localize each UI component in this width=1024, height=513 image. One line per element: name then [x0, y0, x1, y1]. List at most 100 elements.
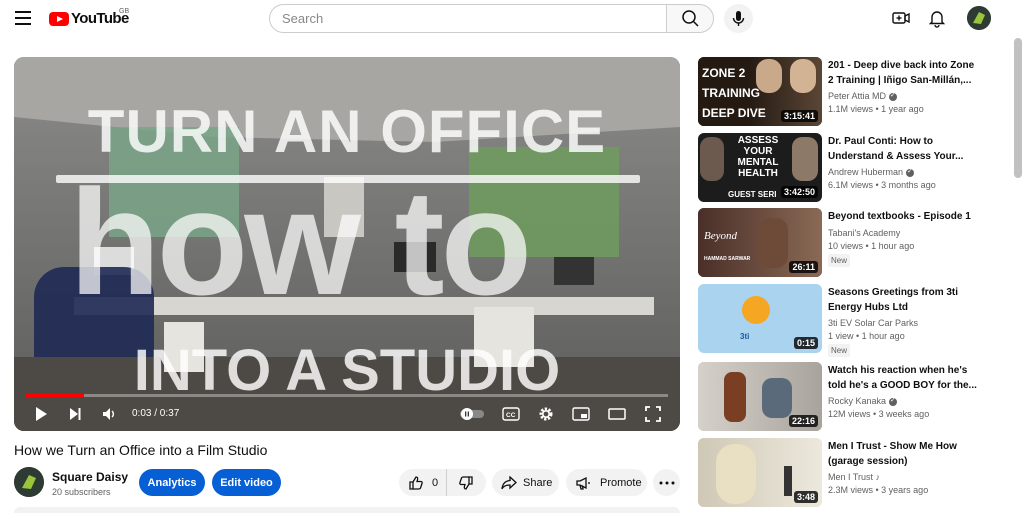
related-video-title[interactable]: Seasons Greetings from 3ti Energy Hubs L… [828, 285, 978, 315]
thumbnail-text: HAMMAD SARWAR [704, 256, 751, 262]
theater-mode-icon [608, 408, 626, 420]
video-player[interactable]: TURN AN OFFICE how to INTO A STUDIO 0:03… [14, 57, 680, 431]
notifications-button[interactable] [926, 7, 948, 29]
fullscreen-button[interactable] [642, 403, 664, 425]
subscriber-count: 20 subscribers [52, 487, 111, 497]
autoplay-toggle-icon [460, 408, 484, 420]
related-video-channel[interactable]: Men I Trust ♪ [828, 472, 880, 482]
search-button[interactable] [666, 4, 714, 33]
related-video-channel[interactable]: Peter Attia MD [828, 91, 898, 101]
video-duration: 22:16 [788, 415, 818, 427]
progress-fill [26, 394, 84, 397]
thumbnail-text: ASSESS [737, 135, 779, 146]
create-button[interactable] [890, 7, 912, 29]
video-duration: 3:42:50 [780, 186, 818, 198]
region-code: GB [119, 8, 130, 15]
video-duration: 26:11 [789, 261, 818, 273]
volume-button[interactable] [98, 403, 120, 425]
voice-search-button[interactable] [724, 4, 753, 33]
square-daisy-logo-icon [14, 467, 44, 497]
square-daisy-logo-icon [967, 6, 991, 30]
analytics-button[interactable]: Analytics [139, 469, 205, 496]
like-button[interactable]: 0 [399, 469, 447, 496]
video-thumbnail[interactable]: ASSESS YOUR MENTAL HEALTH GUEST SERI 3:4… [698, 133, 822, 202]
related-video-item[interactable]: Beyond HAMMAD SARWAR 26:11 Beyond textbo… [698, 208, 1008, 280]
person-image [790, 59, 816, 93]
autoplay-toggle[interactable] [459, 403, 485, 425]
channel-avatar[interactable] [14, 467, 44, 497]
page-scrollbar[interactable] [1014, 38, 1022, 178]
verified-icon [889, 91, 898, 101]
share-button[interactable]: Share [492, 469, 559, 496]
thumbs-up-icon [409, 475, 423, 490]
video-thumbnail[interactable]: Beyond HAMMAD SARWAR 26:11 [698, 208, 822, 277]
subtitles-button[interactable]: CC [500, 403, 522, 425]
thumbnail-text: DEEP DIVE [702, 106, 766, 120]
thumbnail-text: HEALTH [738, 168, 778, 179]
progress-bar[interactable] [26, 394, 668, 397]
edit-video-button[interactable]: Edit video [212, 469, 281, 496]
promote-label: Promote [600, 476, 642, 489]
related-video-channel[interactable]: Tabani's Academy [828, 228, 900, 238]
related-video-item[interactable]: 3ti 0:15 Seasons Greetings from 3ti Ener… [698, 284, 1008, 357]
new-badge: New [828, 254, 851, 267]
related-video-item[interactable]: ZONE 2 TRAINING DEEP DIVE 3:15:41 201 - … [698, 57, 1008, 129]
related-video-title[interactable]: Men I Trust - Show Me How (garage sessio… [828, 439, 978, 469]
settings-button[interactable] [535, 403, 557, 425]
related-video-title[interactable]: Watch his reaction when he's told he's a… [828, 363, 978, 393]
thumbnail-text: GUEST SERI [728, 190, 777, 199]
related-video-item[interactable]: 3:48 Men I Trust - Show Me How (garage s… [698, 438, 1008, 510]
overlay-title-line2: how to [69, 158, 532, 326]
like-count: 0 [432, 476, 439, 489]
video-title: How we Turn an Office into a Film Studio [14, 442, 268, 458]
dislike-button[interactable] [447, 469, 485, 496]
gear-icon [539, 407, 553, 421]
account-avatar[interactable] [967, 6, 991, 30]
related-video-channel[interactable]: 3ti EV Solar Car Parks [828, 318, 918, 328]
thumbnail-text: MENTAL [737, 157, 779, 168]
video-duration: 0:15 [793, 337, 818, 349]
video-thumbnail[interactable]: 22:16 [698, 362, 822, 431]
next-button[interactable] [64, 403, 86, 425]
youtube-logo[interactable]: YouTube GB [49, 8, 130, 27]
video-thumbnail[interactable]: 3:48 [698, 438, 822, 507]
menu-icon[interactable] [15, 11, 31, 25]
related-video-meta: 12M views • 3 weeks ago [828, 409, 930, 419]
related-video-title[interactable]: Dr. Paul Conti: How to Understand & Asse… [828, 134, 978, 164]
channel-label: Rocky Kanaka [828, 396, 887, 406]
channel-label: Peter Attia MD [828, 91, 887, 101]
person-image [762, 378, 792, 418]
related-video-meta: 2.3M views • 3 years ago [828, 485, 929, 495]
channel-name[interactable]: Square Daisy [52, 470, 128, 484]
closed-captions-icon: CC [502, 407, 520, 421]
search-input[interactable] [282, 11, 666, 26]
related-video-title[interactable]: Beyond textbooks - Episode 1 [828, 209, 978, 224]
video-thumbnail[interactable]: 3ti 0:15 [698, 284, 822, 353]
channel-label: Andrew Huberman [828, 167, 904, 177]
play-button[interactable] [30, 403, 52, 425]
person-image [758, 218, 788, 268]
verified-icon [906, 167, 915, 177]
related-video-meta: 1 view • 1 hour ago [828, 331, 905, 341]
related-video-channel[interactable]: Andrew Huberman [828, 167, 915, 177]
related-video-item[interactable]: 22:16 Watch his reaction when he's told … [698, 362, 1008, 434]
description-box[interactable] [14, 507, 680, 513]
promote-button[interactable]: Promote [566, 469, 647, 496]
search-box [269, 4, 667, 33]
masthead: YouTube GB [0, 0, 1024, 38]
bell-icon [928, 11, 946, 28]
person-image [700, 137, 724, 181]
verified-icon [889, 396, 898, 406]
theater-mode-button[interactable] [606, 403, 628, 425]
related-video-meta: 6.1M views • 3 months ago [828, 180, 936, 190]
miniplayer-button[interactable] [570, 403, 592, 425]
more-actions-button[interactable] [653, 469, 680, 496]
volume-icon [103, 408, 114, 420]
video-thumbnail[interactable]: ZONE 2 TRAINING DEEP DIVE 3:15:41 [698, 57, 822, 126]
related-video-title[interactable]: 201 - Deep dive back into Zone 2 Trainin… [828, 58, 978, 88]
person-image [792, 137, 818, 181]
thumbs-down-icon [459, 475, 473, 490]
related-video-channel[interactable]: Rocky Kanaka [828, 396, 898, 406]
related-video-item[interactable]: ASSESS YOUR MENTAL HEALTH GUEST SERI 3:4… [698, 133, 1008, 205]
like-dislike-group: 0 [399, 469, 486, 496]
